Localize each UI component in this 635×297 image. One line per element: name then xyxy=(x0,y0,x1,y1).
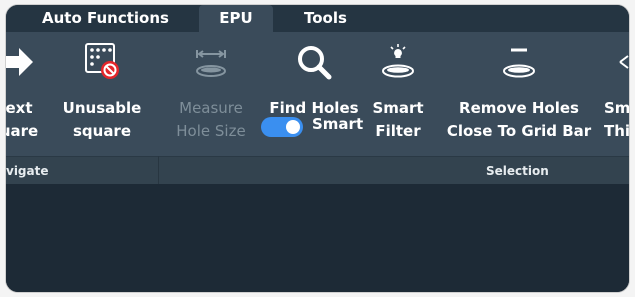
magnifier-icon xyxy=(298,46,332,80)
tab-epu[interactable]: EPU xyxy=(199,5,273,32)
ribbon: ext uare Unusable square xyxy=(6,32,629,185)
group-label-selection: Selection xyxy=(486,164,549,178)
next-square-label: ext uare xyxy=(6,99,39,140)
tab-auto-functions[interactable]: Auto Functions xyxy=(42,5,169,32)
remove-holes-icon xyxy=(503,48,535,78)
smart-toggle-label: Smart xyxy=(312,115,364,133)
smart-filter-icon xyxy=(382,44,414,78)
group-label-navigate: vigate xyxy=(6,164,49,178)
smart-toggle[interactable] xyxy=(261,117,303,137)
measure-hole-icon xyxy=(196,50,226,77)
remove-holes-label: Remove Holes Close To Grid Bar xyxy=(446,99,592,140)
tab-bar: Auto Functions EPU Tools xyxy=(6,5,629,32)
smart-filter-label: Smart Filter xyxy=(372,99,424,140)
toggle-knob xyxy=(286,120,300,134)
unusable-square-icon xyxy=(85,43,119,79)
group-separator xyxy=(158,156,159,184)
app-window: Auto Functions EPU Tools ext uare xyxy=(6,5,629,292)
smart-thickness-label: Sm Thi xyxy=(604,99,629,140)
unusable-square-label: Unusable square xyxy=(62,99,142,140)
tab-tools[interactable]: Tools xyxy=(304,5,347,32)
thickness-icon xyxy=(619,55,629,69)
arrow-right-icon xyxy=(6,48,33,76)
workspace-area xyxy=(6,184,629,292)
group-label-bar: vigate Selection xyxy=(6,156,629,185)
measure-hole-size-label: Measure Hole Size xyxy=(176,99,246,140)
